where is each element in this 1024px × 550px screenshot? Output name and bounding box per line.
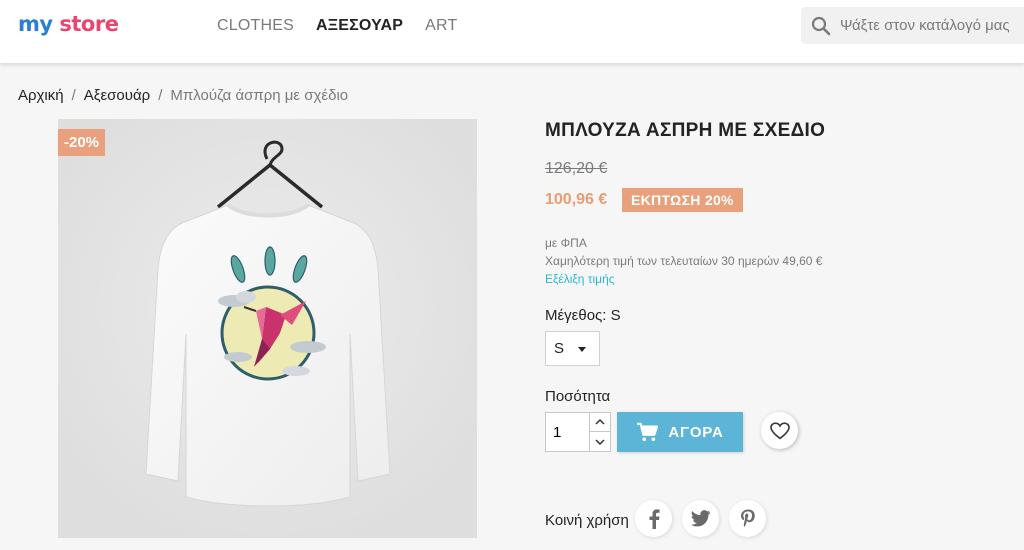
current-price: 100,96 € bbox=[545, 191, 608, 208]
twitter-icon bbox=[690, 510, 710, 527]
facebook-icon bbox=[649, 508, 660, 529]
logo-text-store: store bbox=[59, 12, 119, 36]
search-bar[interactable] bbox=[801, 7, 1024, 44]
breadcrumb-home[interactable]: Αρχική bbox=[18, 87, 64, 104]
chevron-down-icon bbox=[578, 347, 586, 352]
logo-text-my: my bbox=[18, 12, 53, 36]
breadcrumb-category[interactable]: Αξεσουάρ bbox=[84, 87, 150, 104]
lowest-price-note: Χαμηλότερη τιμή των τελευταίων 30 ημερών… bbox=[545, 254, 823, 268]
nav-item-art[interactable]: ART bbox=[425, 17, 457, 35]
wishlist-button[interactable] bbox=[761, 412, 798, 449]
price-history-link[interactable]: Εξέλιξη τιμής bbox=[545, 272, 615, 286]
breadcrumb: Αρχική / Αξεσουάρ / Μπλούζα άσπρη με σχέ… bbox=[18, 87, 348, 104]
add-to-cart-button[interactable]: ΑΓΟΡΑ bbox=[617, 412, 743, 452]
size-select[interactable]: S bbox=[545, 331, 600, 366]
product-image[interactable] bbox=[58, 119, 477, 538]
tshirt-illustration bbox=[58, 119, 477, 538]
quantity-increase-button[interactable] bbox=[589, 413, 610, 432]
nav-item-accessories[interactable]: ΑΞΕΣΟΥΑΡ bbox=[316, 17, 403, 35]
search-icon[interactable] bbox=[811, 16, 831, 36]
site-header: my store CLOTHES ΑΞΕΣΟΥΑΡ ART bbox=[0, 0, 1024, 63]
chevron-up-icon bbox=[595, 419, 605, 425]
quantity-decrease-button[interactable] bbox=[589, 432, 610, 451]
heart-icon bbox=[769, 421, 790, 439]
breadcrumb-separator: / bbox=[158, 87, 163, 104]
tax-label: με ΦΠΑ bbox=[545, 236, 587, 250]
pinterest-icon bbox=[740, 509, 755, 527]
store-logo[interactable]: my store bbox=[18, 12, 119, 36]
size-select-value: S bbox=[554, 340, 565, 357]
quantity-input[interactable] bbox=[546, 413, 589, 451]
search-input[interactable] bbox=[840, 17, 1024, 34]
share-pinterest-button[interactable] bbox=[729, 500, 766, 537]
chevron-down-icon bbox=[595, 438, 605, 445]
regular-price: 126,20 € bbox=[545, 160, 608, 177]
main-nav: CLOTHES ΑΞΕΣΟΥΑΡ ART bbox=[217, 17, 457, 35]
quantity-label: Ποσότητα bbox=[545, 388, 611, 405]
size-label: Μέγεθος: S bbox=[545, 307, 621, 324]
product-title: ΜΠΛΟΥΖΑ ΑΣΠΡΗ ΜΕ ΣΧΕΔΙΟ bbox=[545, 120, 826, 141]
discount-badge: ΕΚΠΤΩΣΗ 20% bbox=[622, 188, 743, 212]
nav-item-clothes[interactable]: CLOTHES bbox=[217, 17, 294, 35]
discount-flag: -20% bbox=[58, 129, 106, 156]
add-to-cart-label: ΑΓΟΡΑ bbox=[668, 423, 724, 441]
quantity-stepper bbox=[545, 412, 611, 452]
share-label: Κοινή χρήση bbox=[545, 512, 629, 529]
share-twitter-button[interactable] bbox=[682, 500, 719, 537]
breadcrumb-separator: / bbox=[71, 87, 76, 104]
cart-icon bbox=[637, 422, 659, 442]
share-facebook-button[interactable] bbox=[635, 500, 672, 537]
breadcrumb-current: Μπλούζα άσπρη με σχέδιο bbox=[170, 87, 349, 104]
